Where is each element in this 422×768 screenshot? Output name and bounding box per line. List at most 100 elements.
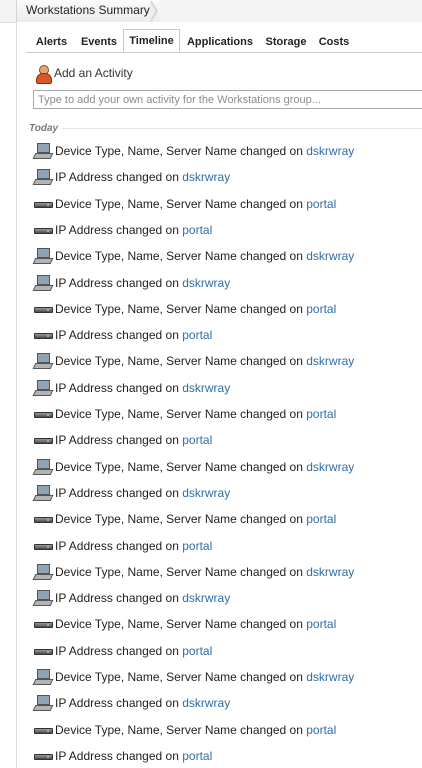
workstation-icon bbox=[32, 274, 54, 291]
entry-text: IP Address changed on bbox=[55, 591, 183, 606]
entry-device-link[interactable]: dskrwray bbox=[306, 565, 354, 579]
timeline-entry: IP Address changed on dskrwray bbox=[32, 692, 422, 714]
server-icon bbox=[33, 327, 53, 343]
entry-device-link[interactable]: dskrwray bbox=[182, 381, 230, 395]
server-icon bbox=[33, 406, 53, 422]
tab-costs[interactable]: Costs bbox=[314, 33, 354, 52]
entry-text: Device Type, Name, Server Name changed o… bbox=[55, 512, 307, 527]
entry-text-wrap: Device Type, Name, Server Name changed o… bbox=[55, 249, 354, 263]
breadcrumb-bar: Workstations Summary bbox=[0, 0, 422, 23]
entry-device-link[interactable]: portal bbox=[182, 749, 212, 763]
timeline-entry: IP Address changed on dskrwray bbox=[32, 377, 422, 399]
entry-device-link[interactable]: portal bbox=[182, 433, 212, 447]
server-icon bbox=[33, 196, 53, 212]
entry-device-link[interactable]: dskrwray bbox=[306, 144, 354, 158]
workstation-icon bbox=[32, 379, 54, 396]
timeline-entry: Device Type, Name, Server Name changed o… bbox=[33, 298, 422, 320]
entry-text: Device Type, Name, Server Name changed o… bbox=[55, 407, 307, 421]
server-icon bbox=[33, 222, 53, 238]
entry-text: Device Type, Name, Server Name changed o… bbox=[55, 301, 307, 316]
workstation-icon bbox=[32, 458, 54, 475]
entry-text-wrap: IP Address changed on dskrwray bbox=[55, 696, 230, 710]
activity-input[interactable] bbox=[33, 90, 422, 109]
timeline-entry: IP Address changed on portal bbox=[33, 324, 422, 346]
timeline-entry: Device Type, Name, Server Name changed o… bbox=[32, 561, 422, 583]
entry-device-link[interactable]: portal bbox=[306, 617, 336, 631]
timeline-entry: Device Type, Name, Server Name changed o… bbox=[32, 350, 422, 372]
entry-text: Device Type, Name, Server Name changed o… bbox=[55, 354, 307, 369]
entry-text: Device Type, Name, Server Name changed o… bbox=[55, 670, 307, 684]
server-icon bbox=[33, 301, 53, 317]
entry-device-link[interactable]: dskrwray bbox=[182, 486, 230, 500]
timeline-entry: Device Type, Name, Server Name changed o… bbox=[33, 403, 422, 425]
server-icon bbox=[33, 538, 53, 554]
timeline-entry: IP Address changed on portal bbox=[33, 535, 422, 557]
entry-device-link[interactable]: dskrwray bbox=[306, 670, 354, 684]
entry-text: Device Type, Name, Server Name changed o… bbox=[55, 249, 307, 264]
entry-text-wrap: IP Address changed on portal bbox=[55, 223, 212, 237]
section-divider bbox=[27, 128, 422, 138]
person-icon bbox=[35, 65, 52, 84]
entry-device-link[interactable]: dskrwray bbox=[182, 591, 230, 605]
entry-device-link[interactable]: dskrwray bbox=[306, 460, 354, 474]
breadcrumb-separator-fill bbox=[150, 1, 156, 21]
timeline-entry: IP Address changed on portal bbox=[33, 745, 422, 767]
tab-storage[interactable]: Storage bbox=[262, 33, 310, 52]
workstation-icon bbox=[32, 590, 54, 607]
timeline-entry: IP Address changed on dskrwray bbox=[32, 166, 422, 188]
entry-device-link[interactable]: portal bbox=[182, 328, 212, 342]
entry-text-wrap: IP Address changed on dskrwray bbox=[55, 276, 230, 290]
entry-device-link[interactable]: portal bbox=[306, 302, 336, 316]
entry-text-wrap: Device Type, Name, Server Name changed o… bbox=[55, 670, 354, 684]
tab-applications[interactable]: Applications bbox=[182, 33, 258, 52]
entry-text: IP Address changed on bbox=[55, 433, 183, 448]
timeline-entry: IP Address changed on dskrwray bbox=[32, 587, 422, 609]
entry-text: Device Type, Name, Server Name changed o… bbox=[55, 617, 307, 632]
entry-device-link[interactable]: portal bbox=[182, 223, 212, 237]
timeline-entry: Device Type, Name, Server Name changed o… bbox=[33, 508, 422, 530]
entry-device-link[interactable]: dskrwray bbox=[182, 696, 230, 710]
entry-device-link[interactable]: portal bbox=[306, 407, 336, 421]
entry-text-wrap: IP Address changed on dskrwray bbox=[55, 170, 230, 184]
workstation-icon bbox=[32, 353, 54, 370]
entry-device-link[interactable]: portal bbox=[182, 644, 212, 658]
tab-timeline[interactable]: Timeline bbox=[123, 29, 180, 52]
entry-text: IP Address changed on bbox=[55, 222, 183, 237]
workstation-icon bbox=[32, 169, 54, 186]
timeline-entry: IP Address changed on dskrwray bbox=[32, 272, 422, 294]
entry-text: IP Address changed on bbox=[55, 538, 183, 553]
entry-text: Device Type, Name, Server Name changed o… bbox=[55, 144, 307, 158]
timeline-entry: Device Type, Name, Server Name changed o… bbox=[33, 719, 422, 741]
server-icon bbox=[33, 616, 53, 632]
workstation-icon bbox=[32, 669, 54, 685]
workstation-icon bbox=[32, 484, 54, 501]
entry-device-link[interactable]: portal bbox=[306, 197, 336, 211]
server-icon bbox=[33, 748, 53, 764]
entry-device-link[interactable]: portal bbox=[306, 512, 336, 526]
entry-device-link[interactable]: portal bbox=[182, 539, 212, 553]
entry-text-wrap: IP Address changed on portal bbox=[55, 328, 212, 342]
entry-device-link[interactable]: dskrwray bbox=[182, 276, 230, 290]
tab-alerts[interactable]: Alerts bbox=[29, 33, 74, 52]
timeline-entry: IP Address changed on portal bbox=[33, 640, 422, 662]
breadcrumb-title[interactable]: Workstations Summary bbox=[16, 0, 160, 22]
entry-device-link[interactable]: dskrwray bbox=[306, 354, 354, 368]
entry-device-link[interactable]: dskrwray bbox=[306, 249, 354, 263]
entry-text: Device Type, Name, Server Name changed o… bbox=[55, 196, 307, 211]
add-activity-label[interactable]: Add an Activity bbox=[54, 66, 133, 80]
server-icon bbox=[33, 511, 53, 527]
day-label: Today bbox=[29, 123, 63, 134]
timeline-entry: IP Address changed on portal bbox=[33, 219, 422, 241]
entry-text-wrap: IP Address changed on portal bbox=[55, 644, 212, 658]
timeline-entry: Device Type, Name, Server Name changed o… bbox=[32, 140, 422, 162]
workstation-icon bbox=[32, 695, 54, 712]
entry-text-wrap: Device Type, Name, Server Name changed o… bbox=[55, 354, 354, 368]
entry-device-link[interactable]: dskrwray bbox=[182, 170, 230, 184]
entry-text-wrap: IP Address changed on dskrwray bbox=[55, 381, 230, 395]
tab-events[interactable]: Events bbox=[76, 33, 122, 52]
entry-device-link[interactable]: portal bbox=[306, 723, 336, 737]
timeline-entry: Device Type, Name, Server Name changed o… bbox=[32, 666, 422, 688]
entry-text-wrap: IP Address changed on portal bbox=[55, 433, 212, 447]
server-icon bbox=[33, 722, 53, 738]
tab-bar: Alerts Events Timeline Applications Stor… bbox=[26, 29, 422, 53]
